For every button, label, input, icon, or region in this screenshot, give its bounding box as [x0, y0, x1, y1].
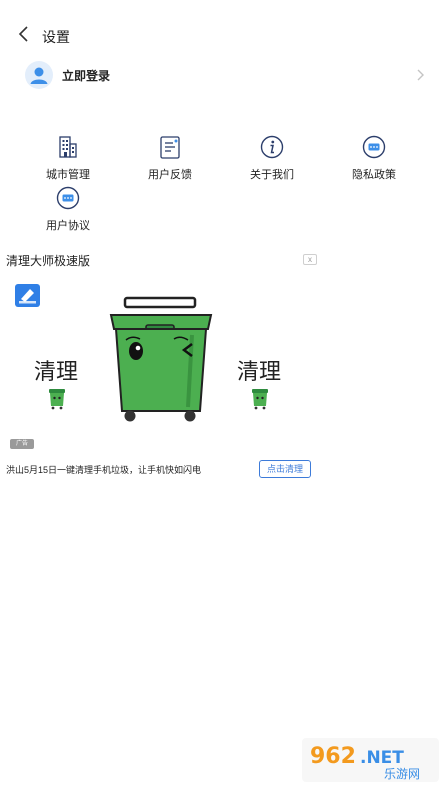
menu-item-city-management[interactable]: 城市管理: [23, 134, 113, 182]
login-label: 立即登录: [62, 69, 111, 83]
ad-tag-badge: 广告: [10, 439, 34, 449]
message-icon: [362, 135, 386, 159]
building-icon: [59, 136, 77, 158]
svg-text:乐游网: 乐游网: [384, 767, 420, 781]
back-arrow-icon[interactable]: [14, 24, 34, 44]
menu-item-label: 隐私政策: [352, 169, 396, 181]
menu-item-user-agreement[interactable]: 用户协议: [23, 185, 113, 233]
feedback-icon: [160, 136, 180, 159]
menu-item-label: 城市管理: [46, 169, 90, 181]
avatar: [25, 61, 53, 89]
menu-item-user-feedback[interactable]: 用户反馈: [125, 134, 215, 182]
small-trash-bin-icon: [49, 389, 65, 410]
menu-item-label: 用户协议: [46, 220, 90, 232]
watermark-logo: 962 .NET 乐游网: [302, 738, 439, 782]
menu-item-label: 关于我们: [250, 169, 294, 181]
menu-item-privacy-policy[interactable]: 隐私政策: [329, 134, 419, 182]
ad-banner[interactable]: 清理 清理: [0, 280, 320, 440]
login-row[interactable]: 立即登录: [0, 55, 443, 95]
ad-clean-text-left: 清理: [34, 360, 79, 385]
page-title: 设置: [42, 29, 70, 45]
user-icon: [30, 67, 48, 84]
menu-item-label: 用户反馈: [148, 169, 192, 181]
info-icon: [260, 135, 284, 159]
trash-bin-illustration: [109, 296, 213, 422]
ad-clean-text-right: 清理: [237, 360, 282, 385]
svg-text:962: 962: [310, 744, 356, 769]
chevron-right-icon: [417, 69, 424, 81]
svg-text:.NET: .NET: [360, 748, 404, 768]
ad-close-button[interactable]: x: [303, 254, 317, 265]
ad-description: 洪山5月15日一键清理手机垃圾，让手机快如闪电: [6, 465, 202, 475]
message-icon: [56, 186, 80, 210]
clean-now-button[interactable]: 点击清理: [259, 460, 311, 478]
menu-item-about-us[interactable]: 关于我们: [227, 134, 317, 182]
app-logo-icon: [15, 284, 40, 307]
ad-title: 清理大师极速版: [6, 254, 91, 268]
small-trash-bin-icon: [252, 389, 268, 410]
